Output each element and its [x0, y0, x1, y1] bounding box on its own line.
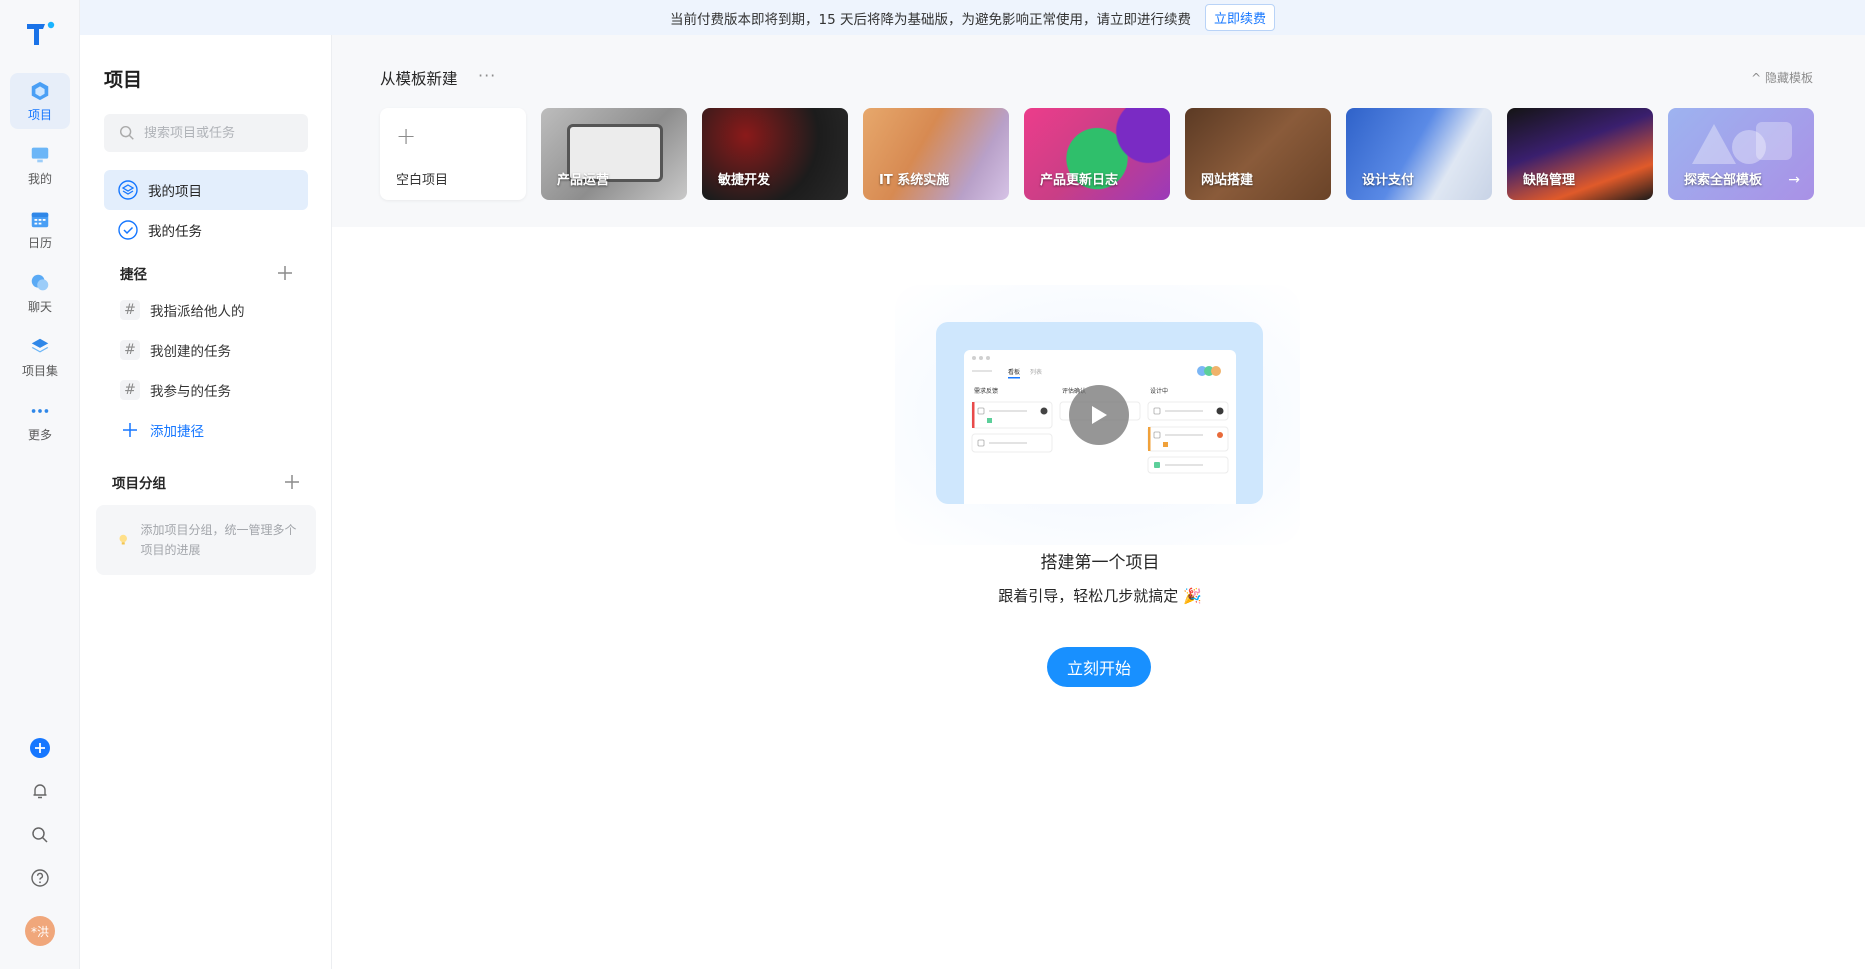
rail-item-more[interactable]: 更多	[10, 393, 70, 449]
rail-item-mine[interactable]: 我的	[10, 137, 70, 193]
shapes-graphic	[1756, 122, 1792, 160]
shortcut-item[interactable]: # 我参与的任务	[120, 374, 231, 406]
shortcut-item[interactable]: # 我创建的任务	[120, 334, 231, 366]
rail-label: 聊天	[27, 299, 52, 314]
nav-label: 我的项目	[148, 184, 202, 200]
add-circle-icon	[30, 738, 50, 758]
rail-label: 我的	[27, 171, 52, 186]
template-strip: 从模板新建 ··· ^ 隐藏模板 + 空白项目 产品运营 敏捷开发 IT 系统实…	[332, 35, 1865, 227]
template-card-bugs[interactable]: 缺陷管理	[1507, 108, 1653, 200]
rail-help[interactable]	[0, 868, 80, 888]
shortcut-label: 我创建的任务	[150, 344, 231, 360]
lightbulb-icon	[119, 534, 127, 545]
rail-label: 项目	[27, 107, 52, 122]
template-label: 网站搭建	[1201, 173, 1254, 188]
layers-icon	[31, 338, 49, 352]
start-now-button[interactable]: 立刻开始	[1047, 647, 1151, 687]
shortcut-item[interactable]: # 我指派给他人的	[120, 294, 245, 326]
avatar: *洪	[25, 916, 55, 946]
rail-notifications[interactable]	[0, 781, 80, 801]
rail-avatar[interactable]: *洪	[0, 916, 80, 946]
template-card-agile[interactable]: 敏捷开发	[702, 108, 848, 200]
rail-label: 项目集	[21, 363, 58, 378]
template-card-product-ops[interactable]: 产品运营	[541, 108, 687, 200]
more-dots-icon	[31, 408, 49, 413]
avatar-text: *洪	[30, 924, 49, 939]
add-shortcut-label: 添加捷径	[150, 424, 204, 440]
rail-add[interactable]	[0, 737, 80, 759]
rail-item-calendar[interactable]: 日历	[10, 201, 70, 257]
project-sidebar: 项目 我的项目 我的任务 捷径 # 我指派给他人的 # 我创建的任务 # 我参与…	[80, 35, 332, 969]
banner-message: 当前付费版本即将到期，15 天后将降为基础版，为避免影响正常使用，请立即进行续费	[670, 11, 1191, 28]
shapes-graphic	[1692, 124, 1736, 164]
template-card-changelog[interactable]: 产品更新日志	[1024, 108, 1170, 200]
shortcuts-title: 捷径	[120, 267, 147, 283]
app-rail: 项目 我的 日历 聊天 项目集 更多 *洪	[0, 0, 80, 969]
renew-button[interactable]: 立即续费	[1204, 4, 1275, 31]
template-card-explore[interactable]: 探索全部模板 →	[1668, 108, 1814, 200]
templates-more-button[interactable]: ···	[478, 66, 496, 85]
project-cube-icon	[118, 180, 138, 200]
template-card-blank[interactable]: + 空白项目	[380, 108, 526, 200]
search-input[interactable]	[144, 125, 294, 141]
renewal-banner: 当前付费版本即将到期，15 天后将降为基础版，为避免影响正常使用，请立即进行续费…	[80, 0, 1865, 35]
monitor-icon	[31, 147, 49, 162]
search-box	[104, 114, 308, 152]
chat-icon	[31, 274, 49, 290]
help-icon	[31, 869, 49, 887]
shortcut-label: 我参与的任务	[150, 384, 231, 400]
template-label: 产品更新日志	[1040, 173, 1119, 188]
arrow-right-icon: →	[1788, 172, 1800, 188]
search-icon	[119, 125, 134, 140]
app-root: 当前付费版本即将到期，15 天后将降为基础版，为避免影响正常使用，请立即进行续费…	[0, 0, 1865, 969]
shortcut-label: 我指派给他人的	[150, 304, 245, 320]
nav-my-projects[interactable]: 我的项目	[104, 170, 308, 210]
play-icon	[1092, 406, 1107, 424]
rail-item-project[interactable]: 项目	[10, 73, 70, 129]
check-circle-icon	[118, 220, 138, 240]
template-card-website[interactable]: 网站搭建	[1185, 108, 1331, 200]
search-icon	[32, 827, 48, 843]
nav-my-tasks[interactable]: 我的任务	[104, 210, 308, 250]
rail-search[interactable]	[0, 825, 80, 845]
groups-title: 项目分组	[112, 476, 166, 492]
template-label: 产品运营	[557, 173, 610, 188]
nav-label: 我的任务	[148, 224, 202, 240]
project-cube-icon	[31, 81, 49, 100]
sidebar-title: 项目	[104, 69, 143, 91]
rail-label: 日历	[27, 235, 52, 250]
empty-state-title: 搭建第一个项目	[1040, 553, 1160, 573]
add-shortcut-plus-icon[interactable]	[275, 263, 295, 283]
template-label: 缺陷管理	[1523, 173, 1576, 188]
template-card-it-impl[interactable]: IT 系统实施	[863, 108, 1009, 200]
plus-icon: +	[396, 122, 417, 150]
hash-icon: #	[120, 380, 140, 400]
rail-label: 更多	[27, 427, 52, 442]
template-label: 空白项目	[396, 173, 449, 188]
template-label: 设计支付	[1362, 173, 1415, 188]
calendar-icon	[31, 212, 49, 227]
plus-icon	[123, 423, 137, 437]
hash-icon: #	[120, 300, 140, 320]
rail-item-chat[interactable]: 聊天	[10, 265, 70, 321]
hide-templates-button[interactable]: ^ 隐藏模板	[1751, 69, 1813, 86]
template-label: 敏捷开发	[718, 173, 771, 188]
empty-state-subtitle: 跟着引导，轻松几步就搞定 🎉	[998, 587, 1202, 605]
preview-column: 需求反馈	[974, 387, 998, 395]
bell-icon	[33, 784, 47, 799]
add-group-plus-icon[interactable]	[282, 472, 302, 492]
add-shortcut-link[interactable]: 添加捷径	[120, 414, 204, 446]
template-card-design[interactable]: 设计支付	[1346, 108, 1492, 200]
preview-tab: 看板	[1008, 368, 1020, 376]
template-label: IT 系统实施	[879, 173, 950, 188]
templates-title: 从模板新建	[380, 70, 458, 88]
rail-item-program[interactable]: 项目集	[10, 329, 70, 385]
hash-icon: #	[120, 340, 140, 360]
preview-tab: 列表	[1030, 368, 1042, 376]
play-video-button[interactable]	[1069, 385, 1129, 445]
preview-column: 设计中	[1150, 387, 1168, 395]
app-logo	[27, 21, 55, 45]
template-label: 探索全部模板	[1684, 173, 1763, 188]
